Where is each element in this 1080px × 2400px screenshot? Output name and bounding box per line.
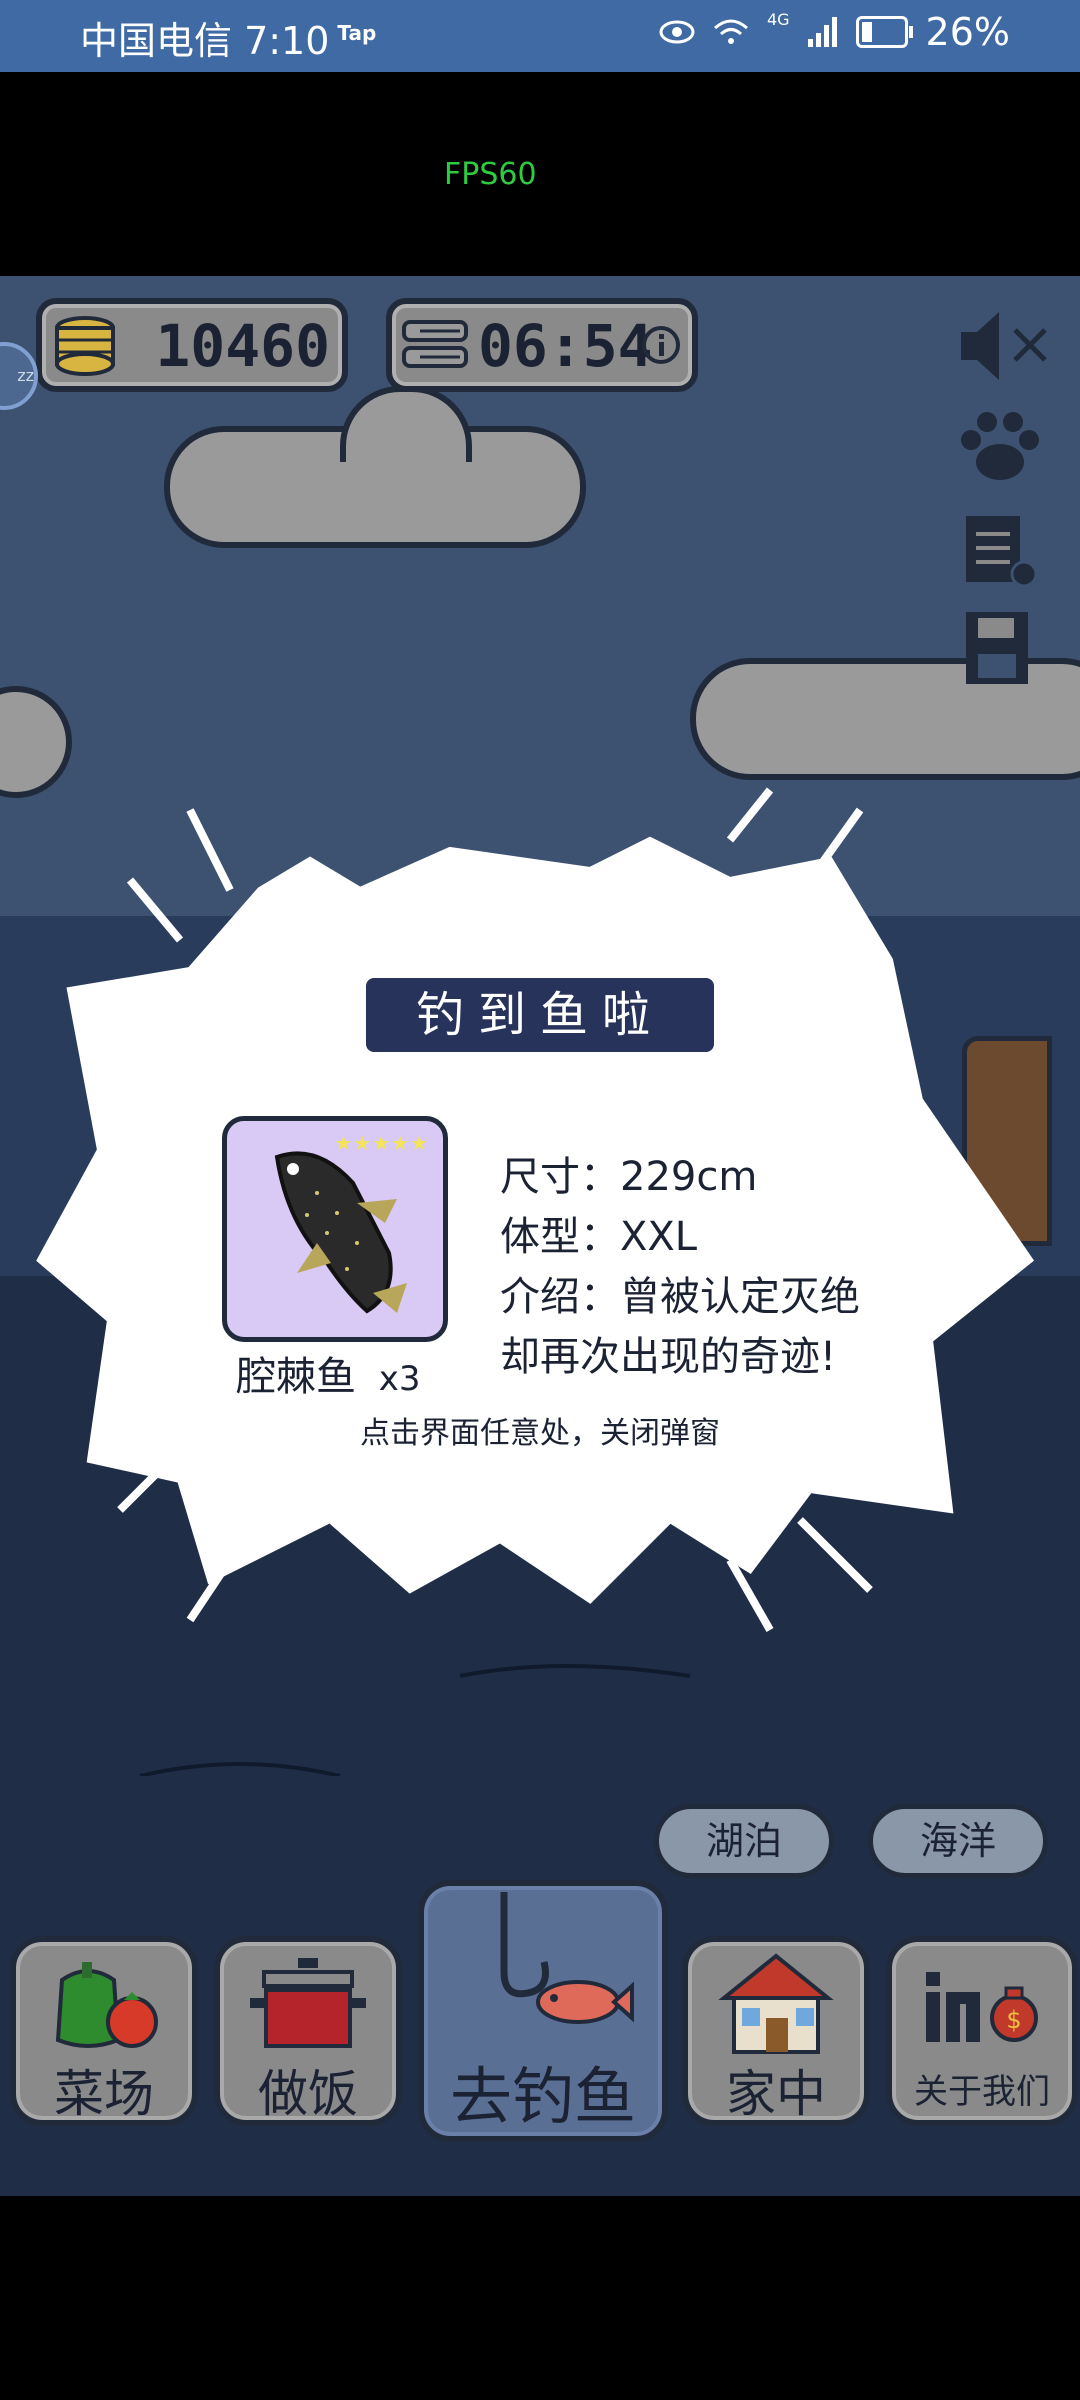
sound-muted-icon[interactable]	[955, 306, 1055, 386]
nav-home-label: 家中	[726, 2065, 826, 2123]
coins-icon	[55, 316, 115, 376]
svg-text:$: $	[1006, 2006, 1021, 2034]
carrier-time-text: 中国电信 7:10	[80, 19, 330, 63]
carrier-time: 中国电信 7:10 Tap	[80, 10, 376, 65]
nav-market-label: 菜场	[54, 2065, 154, 2123]
fishing-spot-ocean[interactable]: 海洋	[868, 1804, 1048, 1878]
timer-box: 06:54	[386, 298, 698, 392]
info-icon[interactable]	[640, 324, 682, 366]
fishing-rod-bundle-icon	[402, 320, 468, 368]
coin-counter: 10460	[36, 298, 348, 392]
catch-popup-burst[interactable]	[30, 560, 1050, 1710]
fishing-spot-lake[interactable]: 湖泊	[654, 1804, 834, 1878]
nav-about-label: 关于我们	[914, 2072, 1050, 2112]
fishing-spot-lake-label: 湖泊	[705, 1819, 782, 1863]
coelacanth-fish-icon	[274, 1151, 407, 1314]
paw-icon[interactable]	[955, 406, 1045, 486]
vegetables-icon	[55, 1962, 158, 2048]
nav-cook-label: 做饭	[258, 2065, 358, 2123]
about-logo-icon: $	[926, 1972, 1038, 2042]
tap-badge: Tap	[337, 21, 377, 46]
eye-icon	[659, 20, 695, 44]
fish-card: ★★★★★	[222, 1116, 448, 1342]
fish-name-row: 腔棘鱼 x3	[236, 1344, 420, 1402]
top-black-bar: FPS60	[0, 72, 1080, 276]
battery-percent: 26%	[925, 10, 1010, 54]
floating-assist-label: zz	[17, 366, 34, 385]
fish-body-type: 体型：XXL	[500, 1214, 698, 1260]
close-hint: 点击界面任意处，关闭弹窗	[360, 1416, 720, 1451]
fish-name: 腔棘鱼	[236, 1354, 356, 1400]
nav-home-button[interactable]: 家中	[682, 1936, 870, 2126]
nav-cook-button[interactable]: 做饭	[214, 1936, 402, 2126]
battery-fill	[861, 22, 872, 42]
nav-market-button[interactable]: 菜场	[10, 1936, 198, 2126]
status-bar: 中国电信 7:10 Tap 4G 26%	[0, 0, 1080, 72]
coin-amount: 10460	[155, 312, 330, 380]
fish-intro-line1: 介绍：曾被认定灭绝	[500, 1274, 860, 1320]
fish-intro-line2: 却再次出现的奇迹!	[500, 1334, 837, 1380]
house-icon	[718, 1953, 834, 2054]
nav-fishing-label: 去钓鱼	[449, 2060, 636, 2133]
cooking-pot-icon	[250, 1958, 366, 2048]
fish-count: x3	[378, 1359, 421, 1399]
timer-text: 06:54	[478, 312, 653, 380]
nav-about-button[interactable]: $ 关于我们	[886, 1936, 1078, 2126]
status-icons: 4G 26%	[659, 10, 1010, 54]
fish-size: 尺寸：229cm	[500, 1154, 758, 1200]
battery-icon	[855, 16, 913, 48]
fishing-hook-icon	[500, 1892, 634, 2024]
fishing-spot-ocean-label: 海洋	[919, 1819, 996, 1863]
nav-fishing-button[interactable]: 去钓鱼	[418, 1880, 668, 2142]
wifi-icon	[713, 19, 748, 44]
fps-counter: FPS60	[444, 157, 537, 192]
network-type: 4G	[766, 10, 790, 29]
signal-icon	[807, 17, 837, 47]
popup-title: 钓到鱼啦	[366, 978, 714, 1052]
